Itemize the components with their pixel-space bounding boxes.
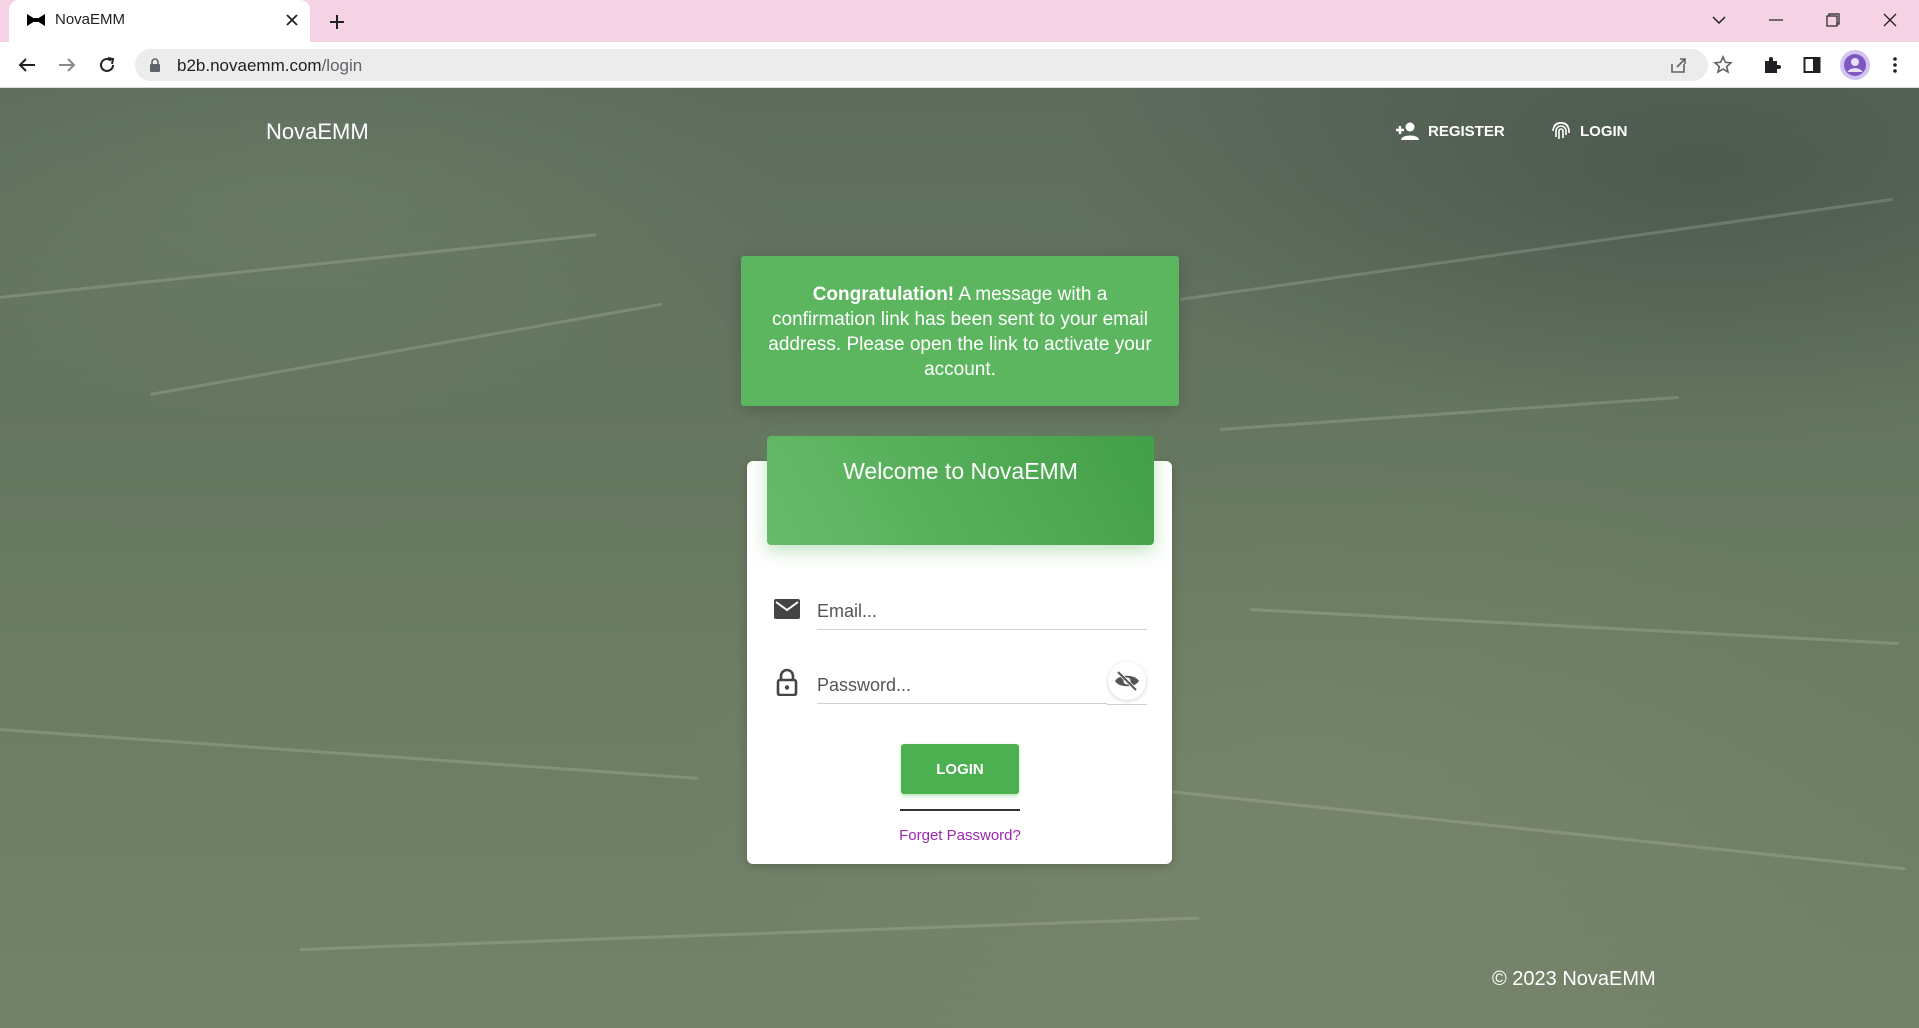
toggle-password-visibility-icon[interactable] bbox=[1108, 662, 1146, 700]
email-input[interactable] bbox=[817, 588, 1147, 630]
address-bar[interactable]: b2b.novaemm.com/login bbox=[135, 49, 1708, 81]
tab-title: NovaEMM bbox=[55, 11, 126, 28]
login-button-underline bbox=[900, 809, 1020, 811]
nav-register-link[interactable]: REGISTER bbox=[1396, 116, 1505, 146]
profile-avatar-icon[interactable] bbox=[1840, 50, 1870, 80]
alert-strong-text: Congratulation! bbox=[812, 284, 955, 305]
background-streak bbox=[299, 916, 1200, 951]
browser-toolbar: b2b.novaemm.com/login bbox=[0, 42, 1919, 88]
nav-login-link[interactable]: LOGIN bbox=[1550, 116, 1628, 146]
login-card-title: Welcome to NovaEMM bbox=[843, 458, 1078, 484]
restore-icon[interactable] bbox=[1820, 8, 1846, 32]
url-path: /login bbox=[321, 56, 363, 75]
browser-tab[interactable]: NovaEMM bbox=[9, 0, 310, 42]
success-alert: Congratulation! A message with a confirm… bbox=[741, 256, 1179, 406]
tab-search-chevron-icon[interactable] bbox=[1706, 8, 1732, 32]
password-field-underline bbox=[1107, 704, 1147, 705]
background-streak bbox=[149, 302, 663, 396]
nav-login-label: LOGIN bbox=[1580, 122, 1628, 140]
password-input[interactable] bbox=[817, 662, 1107, 704]
site-brand-logo[interactable]: NovaEMM bbox=[266, 119, 369, 145]
background-streak bbox=[1149, 788, 1906, 871]
reload-icon[interactable] bbox=[93, 51, 121, 79]
bookmark-star-icon[interactable] bbox=[1711, 53, 1735, 77]
url-host: b2b.novaemm.com bbox=[177, 56, 322, 75]
password-lock-icon bbox=[773, 668, 801, 696]
background-streak bbox=[0, 233, 597, 301]
minimize-icon[interactable] bbox=[1763, 8, 1789, 32]
background-streak bbox=[1249, 608, 1900, 646]
email-envelope-icon bbox=[773, 595, 801, 623]
lock-icon bbox=[150, 58, 160, 72]
url-text: b2b.novaemm.com/login bbox=[177, 56, 362, 76]
close-window-icon[interactable] bbox=[1877, 8, 1903, 32]
fingerprint-icon bbox=[1552, 121, 1570, 139]
extensions-puzzle-icon[interactable] bbox=[1760, 53, 1784, 77]
browser-tabstrip: NovaEMM bbox=[0, 0, 1919, 42]
tab-close-icon[interactable] bbox=[283, 11, 301, 29]
forget-password-link[interactable]: Forget Password? bbox=[860, 827, 1060, 844]
background-streak bbox=[1219, 395, 1679, 431]
login-card-header: Welcome to NovaEMM bbox=[767, 436, 1154, 545]
kebab-menu-icon[interactable] bbox=[1883, 53, 1907, 77]
person-add-icon bbox=[1396, 122, 1419, 140]
background-streak bbox=[0, 728, 699, 780]
forward-arrow-icon[interactable] bbox=[53, 51, 81, 79]
share-icon[interactable] bbox=[1668, 54, 1690, 76]
footer-copyright: © 2023 NovaEMM bbox=[1492, 968, 1656, 990]
back-arrow-icon[interactable] bbox=[13, 51, 41, 79]
background-streak bbox=[1179, 197, 1894, 301]
side-panel-icon[interactable] bbox=[1800, 53, 1824, 77]
login-submit-button[interactable]: LOGIN bbox=[901, 744, 1019, 794]
bowtie-favicon-icon bbox=[27, 14, 45, 26]
new-tab-icon[interactable] bbox=[325, 10, 349, 34]
nav-register-label: REGISTER bbox=[1428, 122, 1505, 140]
